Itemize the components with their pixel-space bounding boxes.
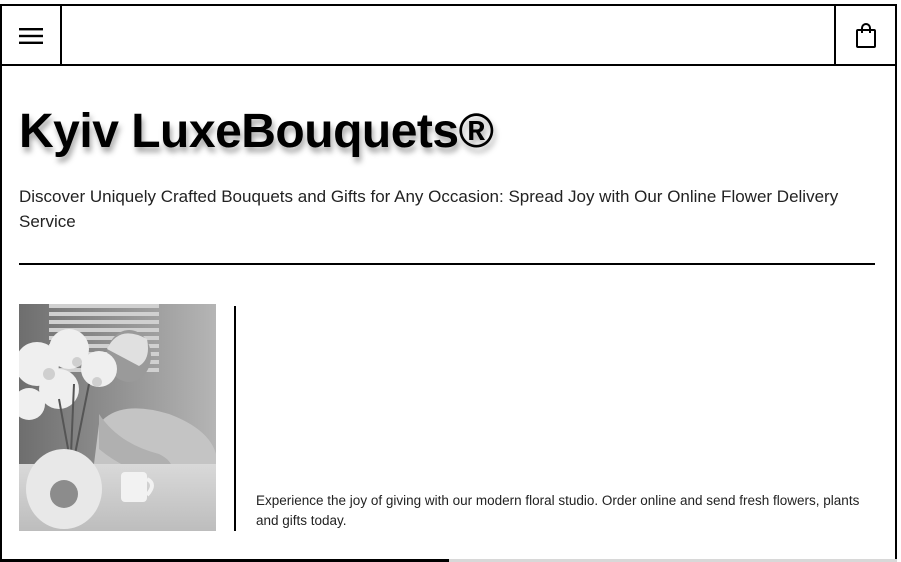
section-divider <box>19 263 875 265</box>
top-navigation-bar <box>2 6 895 66</box>
page-title: Kyiv LuxeBouquets® <box>19 105 494 158</box>
vertical-divider <box>234 306 236 531</box>
shopping-bag-icon <box>855 23 877 49</box>
hamburger-menu-icon <box>19 27 43 45</box>
cart-button[interactable] <box>834 6 895 66</box>
intro-paragraph: Experience the joy of giving with our mo… <box>256 493 860 528</box>
menu-button[interactable] <box>2 6 62 66</box>
page-subtitle: Discover Uniquely Crafted Bouquets and G… <box>19 187 839 231</box>
hero-photo <box>19 304 216 531</box>
